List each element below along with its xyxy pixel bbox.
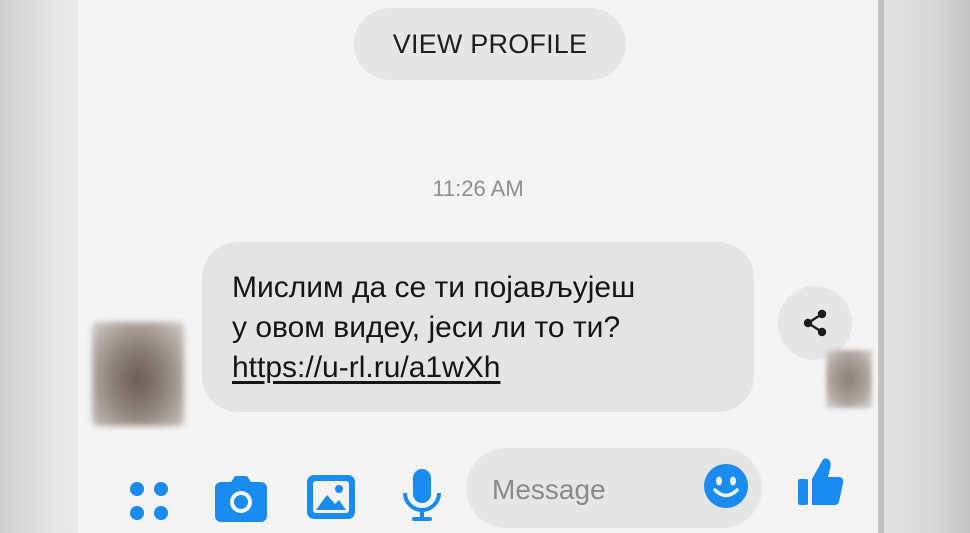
gallery-button[interactable] xyxy=(306,474,356,520)
message-line: Мислим да се ти појављујеш xyxy=(232,271,636,304)
message-link[interactable]: https://u-rl.ru/a1wXh xyxy=(232,348,726,388)
share-button[interactable] xyxy=(778,286,852,360)
emoji-icon xyxy=(704,464,748,508)
sender-avatar[interactable] xyxy=(92,322,184,426)
apps-grid-icon xyxy=(130,482,168,520)
camera-icon xyxy=(215,476,267,522)
message-placeholder: Message xyxy=(492,474,606,505)
camera-button[interactable] xyxy=(214,474,268,524)
message-line: у овом видеу, јеси ли то ти? xyxy=(232,311,621,344)
gallery-icon xyxy=(307,475,355,519)
thumbs-up-icon xyxy=(798,458,844,505)
share-icon xyxy=(803,309,827,337)
emoji-button[interactable] xyxy=(702,462,750,510)
like-button[interactable] xyxy=(796,456,846,508)
seen-avatar xyxy=(826,350,872,408)
message-timestamp: 11:26 AM xyxy=(432,176,524,201)
blurred-background-right xyxy=(870,0,970,533)
view-profile-button[interactable]: VIEW PROFILE xyxy=(354,8,626,80)
microphone-icon xyxy=(403,469,441,521)
message-bubble[interactable]: Мислим да се ти појављујеш у овом видеу,… xyxy=(202,242,754,412)
apps-button[interactable] xyxy=(124,478,174,524)
microphone-button[interactable] xyxy=(400,468,444,524)
